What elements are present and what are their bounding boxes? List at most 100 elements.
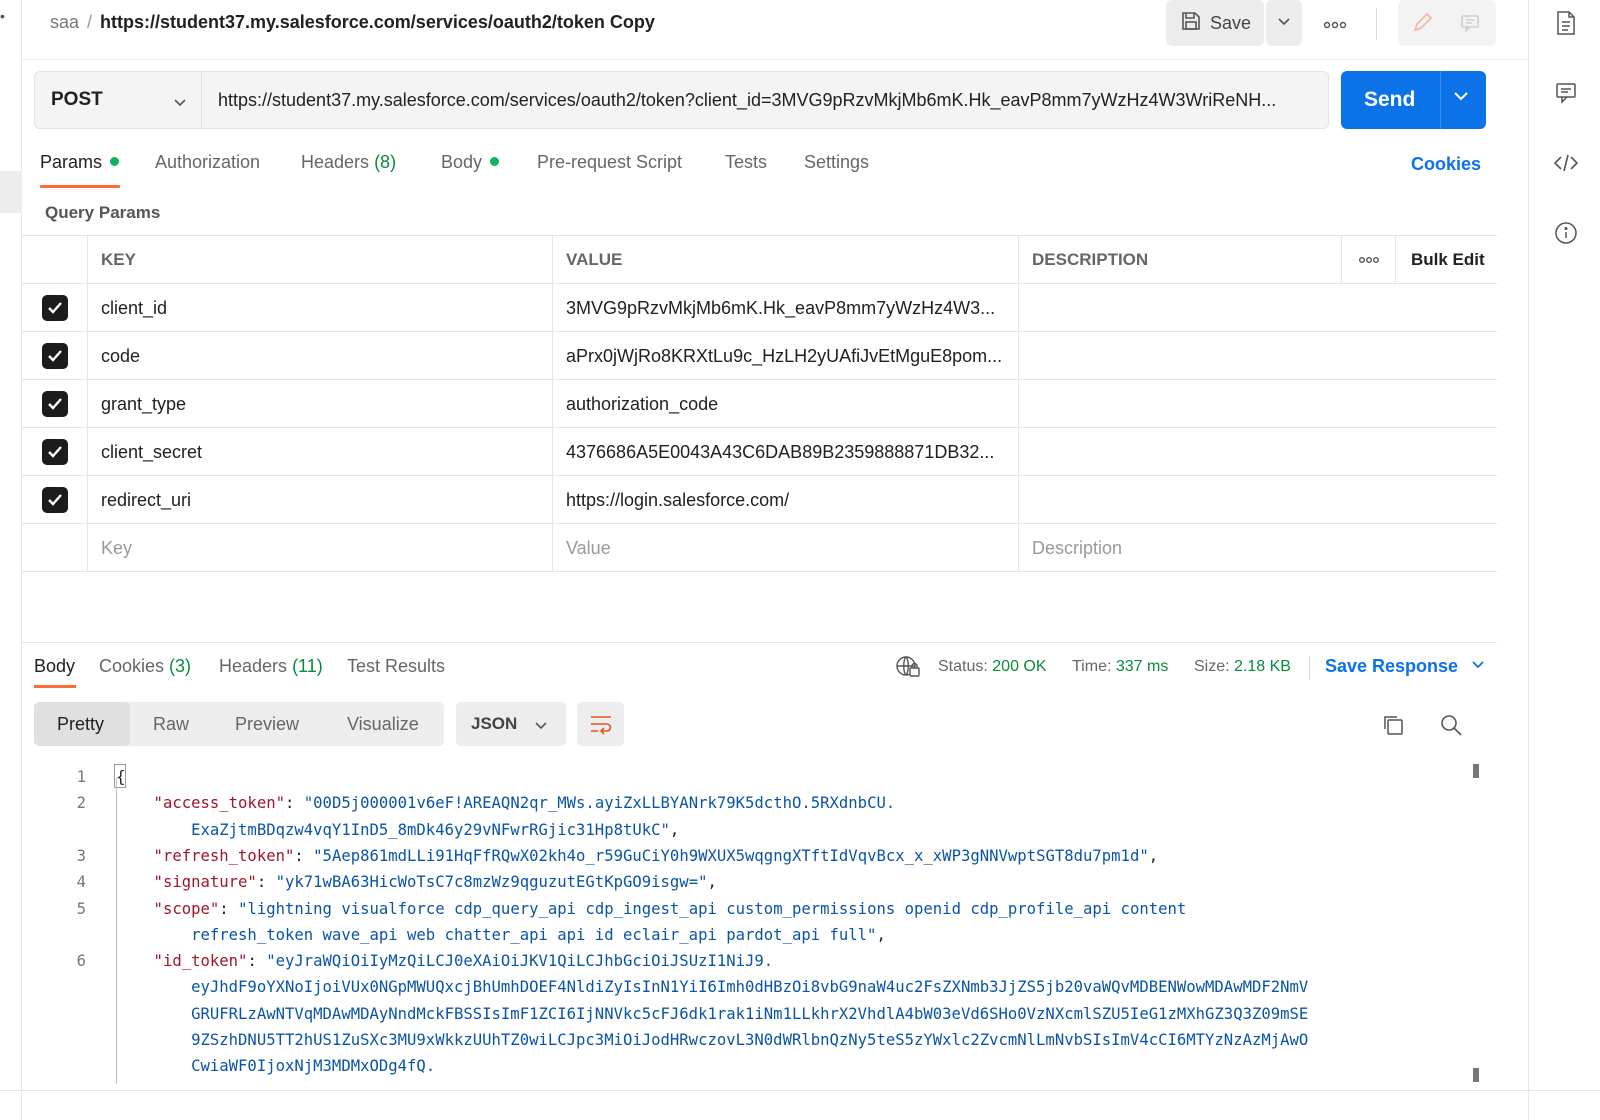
tab-authorization[interactable]: Authorization: [155, 152, 260, 173]
param-value-text: https://login.salesforce.com/: [566, 489, 790, 510]
tab-pre-request-script[interactable]: Pre-request Script: [537, 152, 682, 173]
format-select[interactable]: JSON: [456, 702, 566, 746]
wrap-lines-icon: [590, 716, 611, 735]
param-value-cell[interactable]: https://login.salesforce.com/: [552, 476, 1018, 524]
search-icon[interactable]: [1438, 712, 1464, 738]
param-key-cell[interactable]: client_id: [87, 284, 552, 332]
size-text[interactable]: Size: 2.18 KB: [1194, 658, 1291, 676]
tab-headers[interactable]: Headers (8): [301, 152, 396, 173]
scrollbar-thumb-top[interactable]: [1473, 764, 1479, 778]
save-response-button[interactable]: Save Response: [1325, 656, 1485, 677]
column-header-description: DESCRIPTION: [1018, 236, 1341, 284]
response-body-editor[interactable]: 1 2 3 4 5 6 { "access_token": "00D5j000001v6e…: [22, 760, 1497, 1085]
param-value-text: 4376686A5E0043A43C6DAB89B2359888871DB32.…: [566, 441, 995, 462]
view-mode-visualize[interactable]: Visualize: [347, 702, 419, 746]
param-checkbox[interactable]: [41, 391, 68, 417]
row-spacer: [1341, 476, 1395, 524]
param-description-cell[interactable]: [1018, 476, 1341, 524]
response-tab-body[interactable]: Body: [34, 656, 75, 677]
comments-icon[interactable]: [1553, 80, 1579, 106]
column-header-value: VALUE: [552, 236, 1018, 284]
param-key-cell[interactable]: redirect_uri: [87, 476, 552, 524]
param-checkbox[interactable]: [41, 487, 68, 513]
param-description-cell[interactable]: [1018, 284, 1341, 332]
json-key: "signature": [116, 873, 257, 892]
right-sidebar: [1528, 0, 1600, 1120]
param-value-cell[interactable]: 4376686A5E0043A43C6DAB89B2359888871DB32.…: [552, 428, 1018, 476]
param-value-cell[interactable]: 3MVG9pRzvMkjMb6mK.Hk_eavP8mm7yWzHz4W3...: [552, 284, 1018, 332]
wrap-lines-button[interactable]: [577, 702, 624, 746]
code-line[interactable]: "signature": "yk71wBA63HicWoTsC7c8mzWz9q…: [116, 869, 717, 895]
code-line[interactable]: "scope": "lightning visualforce cdp_quer…: [116, 896, 1187, 922]
save-options-button[interactable]: [1266, 0, 1302, 46]
param-checkbox[interactable]: [41, 439, 68, 465]
code-line[interactable]: 9ZSzhDNU5TT2hUS1ZuSXc3MU9xWkkzUUhTZ0wiLC…: [116, 1027, 1308, 1053]
bulk-edit-button[interactable]: Bulk Edit: [1395, 236, 1497, 284]
response-tab-test-results[interactable]: Test Results: [347, 656, 445, 677]
status-text[interactable]: Status: 200 OK: [938, 658, 1047, 676]
table-row: redirect_uri https://login.salesforce.co…: [22, 476, 1497, 524]
breadcrumb-collection[interactable]: saa: [50, 12, 79, 32]
edit-icon[interactable]: [1408, 10, 1436, 36]
param-value-cell[interactable]: authorization_code: [552, 380, 1018, 428]
code-line[interactable]: ExaZjtmBDqzw4vqY1InD5_8mDk46y29vNFwrRGji…: [116, 817, 679, 843]
code-icon[interactable]: [1553, 150, 1579, 176]
tab-tests[interactable]: Tests: [725, 152, 767, 173]
method-select[interactable]: POST: [34, 71, 202, 129]
check-icon: [47, 350, 62, 362]
param-checkbox[interactable]: [41, 343, 68, 369]
code-line[interactable]: GRUFRLzAwNTVqMDAwMDAyNndMckFBSSIsImF1ZCI…: [116, 1001, 1308, 1027]
tab-params[interactable]: Params: [40, 152, 120, 173]
save-button[interactable]: Save: [1166, 0, 1264, 46]
new-description-input[interactable]: Description: [1018, 524, 1341, 572]
param-value-cell[interactable]: aPrx0jWjRo8KRXtLu9c_HzLH2yUAfiJvEtMguE8p…: [552, 332, 1018, 380]
param-description-cell[interactable]: [1018, 332, 1341, 380]
editor-scrollbar[interactable]: [1473, 764, 1479, 1082]
send-button[interactable]: Send: [1341, 71, 1486, 129]
tab-body[interactable]: Body: [441, 152, 500, 173]
documentation-icon[interactable]: [1553, 10, 1579, 36]
cookies-link[interactable]: Cookies: [1411, 154, 1481, 175]
new-key-input[interactable]: Key: [87, 524, 552, 572]
breadcrumb-separator: /: [87, 12, 93, 32]
more-options-button[interactable]: [1322, 12, 1348, 34]
active-response-tab-underline: [34, 685, 76, 688]
code-line[interactable]: "refresh_token": "5Aep861mdLLi91HqFfRQwX…: [116, 843, 1159, 869]
code-line[interactable]: "id_token": "eyJraWQiOiIyMzQiLCJ0eXAiOiJ…: [116, 948, 774, 974]
view-mode-raw[interactable]: Raw: [153, 702, 189, 746]
tab-settings[interactable]: Settings: [804, 152, 869, 173]
response-divider[interactable]: [22, 642, 1497, 643]
view-mode-preview[interactable]: Preview: [235, 702, 299, 746]
request-name[interactable]: https://student37.my.salesforce.com/serv…: [100, 12, 655, 32]
param-description-cell[interactable]: [1018, 380, 1341, 428]
json-punctuation: {: [116, 768, 126, 786]
code-line[interactable]: CwiaWF0IjoxNjM3MDMxODg4fQ.: [116, 1053, 435, 1079]
info-icon[interactable]: [1553, 220, 1579, 246]
chevron-down-icon[interactable]: [1453, 89, 1469, 107]
code-line[interactable]: refresh_token wave_api web chatter_api a…: [116, 922, 886, 948]
copy-icon[interactable]: [1380, 712, 1406, 738]
table-options-button[interactable]: [1341, 236, 1395, 284]
param-checkbox[interactable]: [41, 295, 68, 321]
param-key-cell[interactable]: grant_type: [87, 380, 552, 428]
new-value-input[interactable]: Value: [552, 524, 1018, 572]
url-input[interactable]: https://student37.my.salesforce.com/serv…: [201, 71, 1329, 129]
column-header-key: KEY: [87, 236, 552, 284]
view-mode-pretty[interactable]: Pretty: [34, 702, 130, 746]
response-tab-cookies[interactable]: Cookies (3): [99, 656, 191, 677]
param-key-cell[interactable]: client_secret: [87, 428, 552, 476]
left-collapsed-sidebar: •: [0, 0, 22, 1120]
code-line[interactable]: {: [116, 764, 125, 790]
time-text[interactable]: Time: 337 ms: [1072, 658, 1168, 676]
network-globe-icon[interactable]: [895, 655, 921, 684]
param-key-cell[interactable]: code: [87, 332, 552, 380]
param-description-cell[interactable]: [1018, 428, 1341, 476]
code-line[interactable]: eyJhdF9oYXNoIjoiVUx0NGpMWUQxcjBhUmhDOEF4…: [116, 974, 1308, 1000]
code-line[interactable]: "access_token": "00D5j000001v6eF!AREAQN2…: [116, 790, 896, 816]
scrollbar-thumb-bottom[interactable]: [1473, 1068, 1479, 1082]
json-punctuation: ,: [1148, 846, 1159, 865]
line-number: 6: [76, 952, 86, 971]
comment-icon[interactable]: [1456, 10, 1484, 36]
response-tab-headers[interactable]: Headers (11): [219, 656, 323, 677]
check-icon: [47, 398, 62, 410]
